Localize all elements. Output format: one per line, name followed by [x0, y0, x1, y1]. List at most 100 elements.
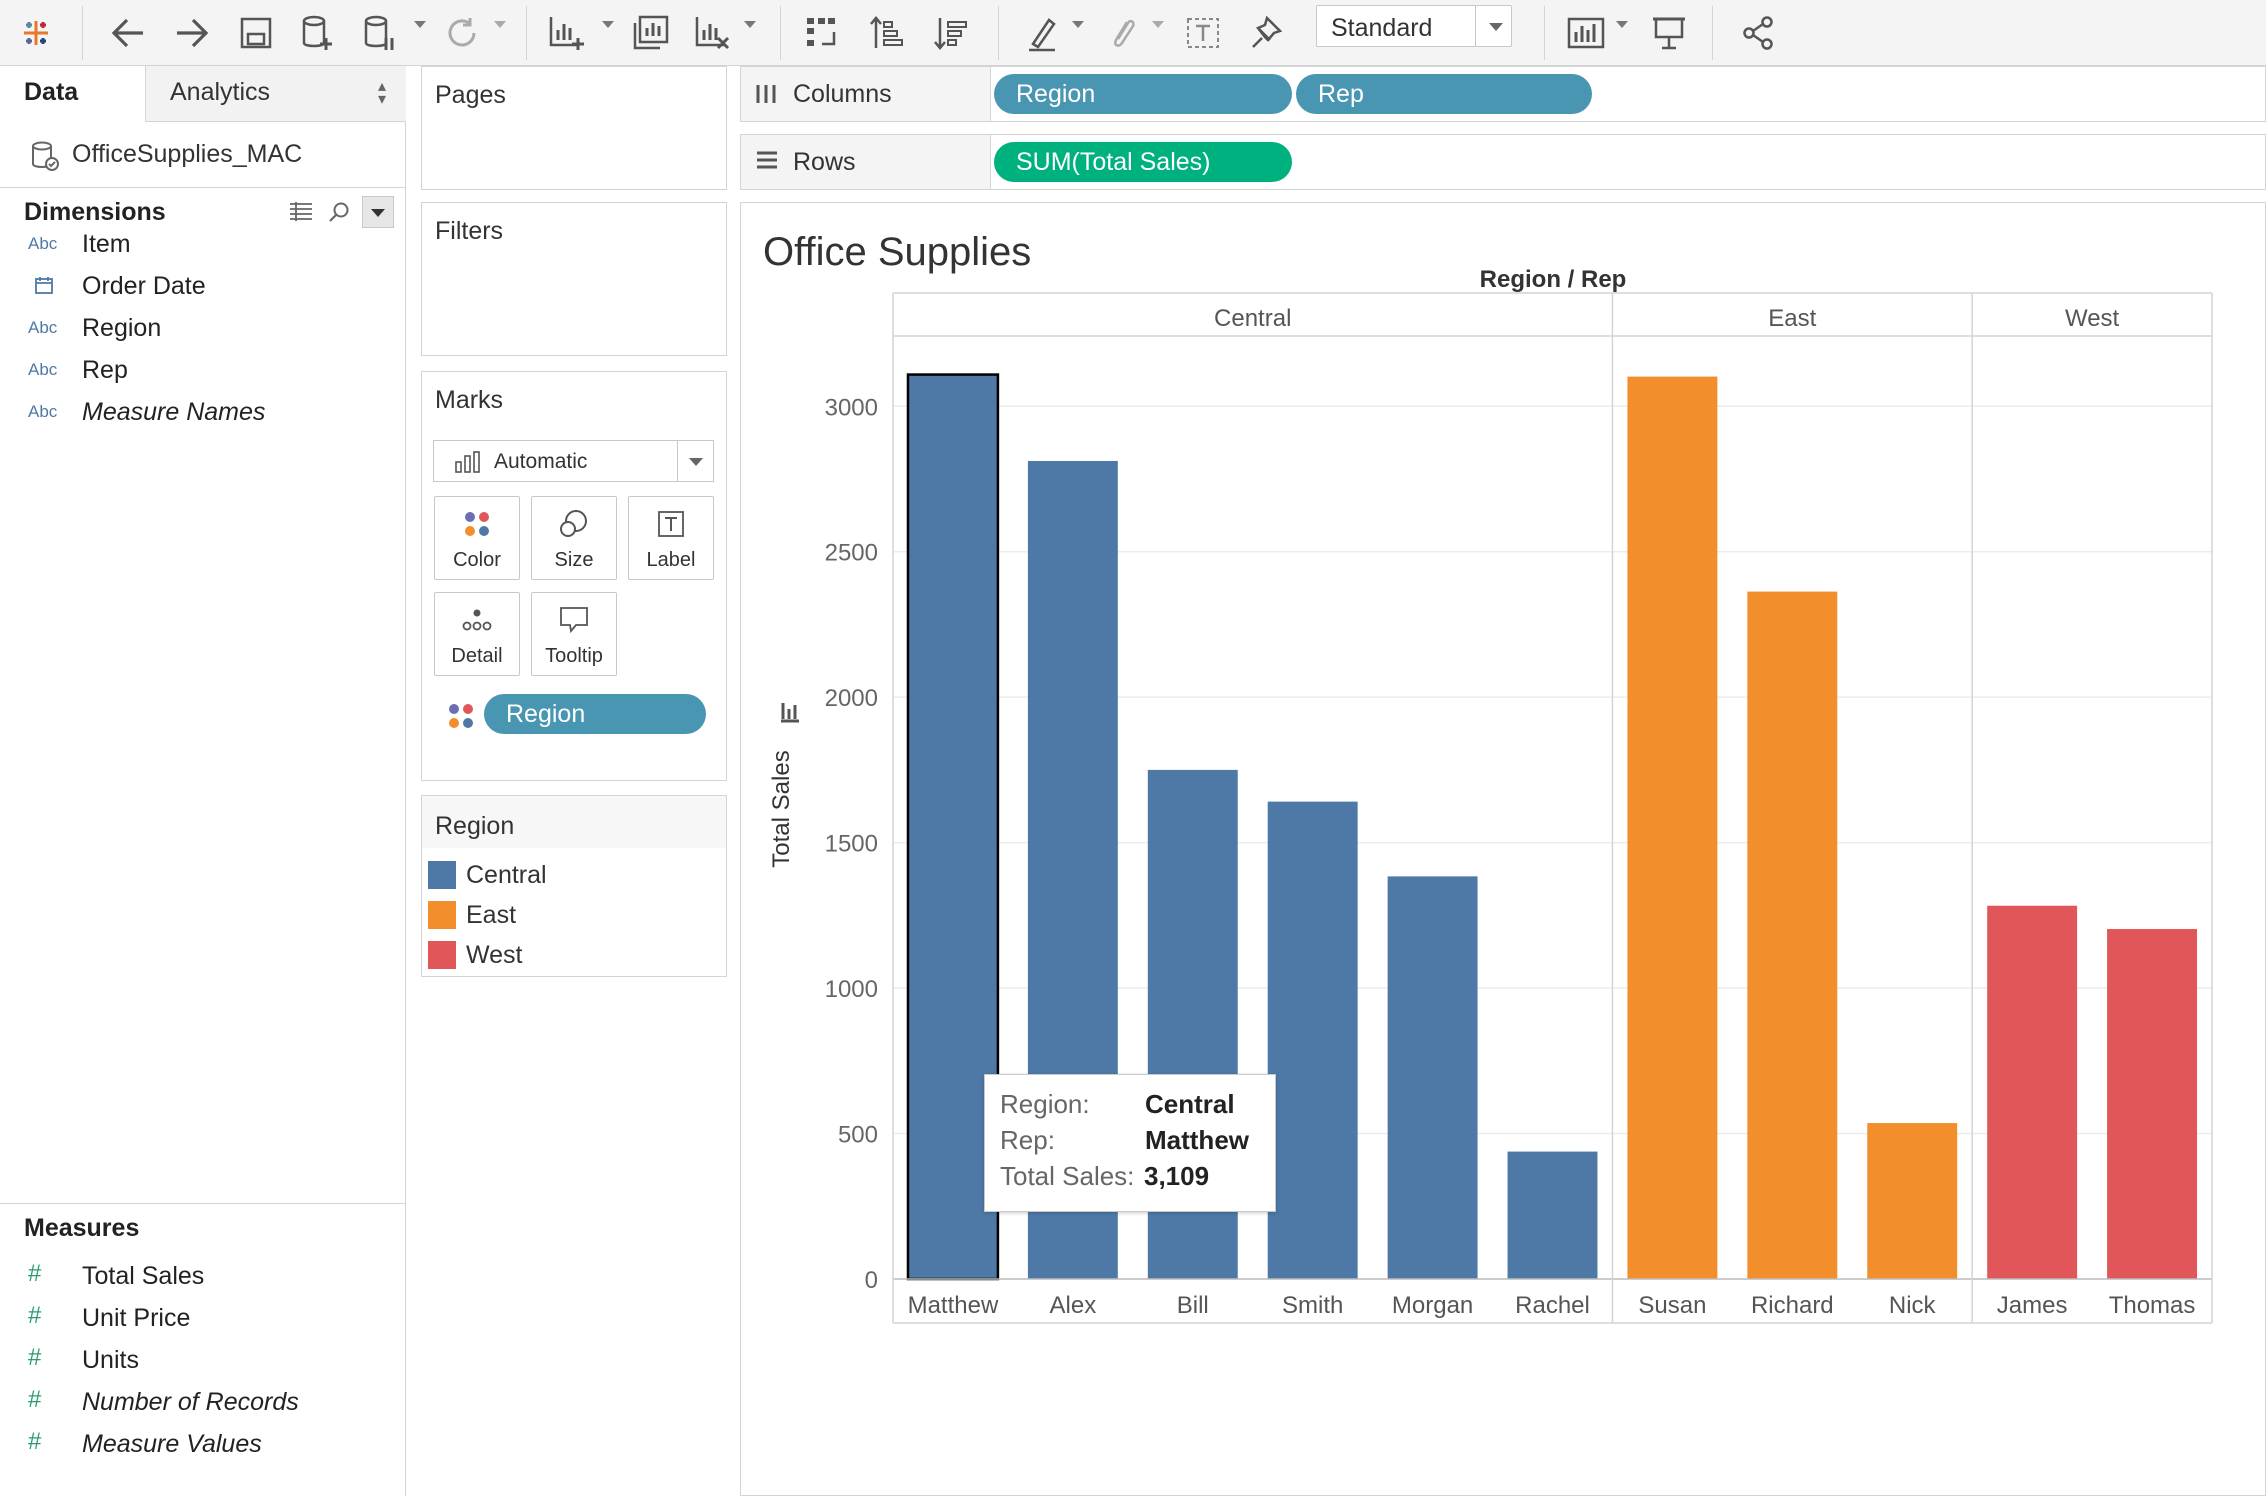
pause-updates-icon[interactable]	[358, 8, 402, 58]
measure-field[interactable]: # Total Sales	[0, 1256, 400, 1298]
dimension-field[interactable]: Abc Region	[0, 308, 400, 350]
chart-title: Office Supplies	[763, 230, 1031, 274]
tableau-logo-icon[interactable]	[14, 8, 58, 58]
forward-icon[interactable]	[168, 8, 216, 58]
filters-card[interactable]: Filters	[421, 202, 727, 356]
bar-nick[interactable]	[1867, 1123, 1958, 1279]
dimension-field[interactable]: Order Date	[0, 266, 400, 308]
pin-icon[interactable]	[1244, 8, 1288, 58]
tooltip-row: Rep: Matthew	[1000, 1125, 1249, 1159]
y-tick-label: 1500	[825, 831, 878, 858]
marks-region-pill[interactable]: Region	[484, 694, 706, 734]
columns-icon	[755, 81, 777, 112]
bar-smith[interactable]	[1267, 801, 1358, 1279]
y-tick-label: 0	[865, 1267, 878, 1294]
y-tick-label: 3000	[825, 394, 878, 421]
refresh-icon[interactable]	[440, 8, 484, 58]
color-button[interactable]: Color	[434, 496, 520, 580]
legend-swatch	[428, 901, 456, 929]
bar-rachel[interactable]	[1507, 1151, 1598, 1279]
measure-field[interactable]: # Units	[0, 1340, 400, 1382]
rows-pill-total-sales[interactable]: SUM(Total Sales)	[994, 142, 1292, 182]
dimension-name: Order Date	[82, 272, 206, 300]
datasource-icon	[30, 140, 60, 177]
x-tick-label: Rachel	[1515, 1292, 1590, 1319]
dimension-field[interactable]: Abc Measure Names	[0, 392, 400, 434]
tooltip-row: Region: Central	[1000, 1089, 1235, 1123]
columns-pill-rep[interactable]: Rep	[1296, 74, 1592, 114]
data-pane: Data Analytics ▴ ▾ OfficeSupplies_MAC Dim…	[0, 66, 406, 1496]
chevron-down-icon	[689, 458, 703, 466]
columns-pill-region[interactable]: Region	[994, 74, 1292, 114]
up-down-arrow-icon: ▴ ▾	[378, 78, 387, 108]
fit-select[interactable]: Standard	[1316, 5, 1512, 47]
label-icon	[629, 507, 713, 541]
tooltip-row: Total Sales: 3,109	[1000, 1161, 1209, 1195]
x-tick-label: Alex	[1050, 1292, 1097, 1319]
string-type-icon: Abc	[28, 234, 58, 253]
label-button[interactable]: Label	[628, 496, 714, 580]
dimension-name: Item	[82, 230, 131, 258]
tooltip-button[interactable]: Tooltip	[531, 592, 617, 676]
bar-richard[interactable]	[1747, 591, 1838, 1279]
highlight-icon[interactable]	[1020, 8, 1064, 58]
string-type-icon: Abc	[28, 402, 58, 421]
clear-sheet-icon[interactable]	[690, 8, 736, 58]
color-icon	[435, 507, 519, 541]
mark-type-select[interactable]: Automatic	[433, 440, 714, 482]
x-tick-label: Morgan	[1392, 1292, 1473, 1319]
group-icon[interactable]	[1100, 8, 1144, 58]
x-tick-label: Matthew	[908, 1292, 999, 1319]
dimension-field[interactable]: Abc Rep	[0, 350, 400, 392]
size-button[interactable]: Size	[531, 496, 617, 580]
tab-data[interactable]: Data	[0, 66, 145, 122]
list-view-icon[interactable]	[288, 200, 314, 227]
size-label: Size	[554, 549, 594, 571]
save-icon[interactable]	[234, 8, 278, 58]
tooltip: Region: Central Rep: Matthew Total Sales: 3,1…	[984, 1074, 1276, 1212]
show-me-icon[interactable]	[1562, 8, 1610, 58]
new-worksheet-icon[interactable]	[544, 8, 590, 58]
y-tick-label: 2000	[825, 685, 878, 712]
legend-swatch	[428, 941, 456, 969]
x-tick-label: James	[1997, 1292, 2068, 1319]
y-tick-label: 2500	[825, 540, 878, 567]
tab-analytics[interactable]: Analytics ▴ ▾	[145, 66, 406, 122]
back-icon[interactable]	[104, 8, 152, 58]
share-icon[interactable]	[1736, 8, 1780, 58]
mark-type-value: Automatic	[494, 450, 588, 473]
tab-analytics-label: Analytics	[170, 78, 271, 106]
string-type-icon: Abc	[28, 318, 58, 337]
bar-susan[interactable]	[1627, 376, 1718, 1280]
dimensions-title: Dimensions	[24, 198, 166, 226]
duplicate-sheet-icon[interactable]	[628, 8, 674, 58]
viz-area[interactable]: Office Supplies Region / Rep 0 500 1000 1500 2…	[740, 202, 2266, 1496]
tooltip-label: Tooltip	[545, 645, 603, 667]
pages-card[interactable]: Pages	[421, 66, 727, 190]
bar-james[interactable]	[1987, 905, 2078, 1279]
new-data-source-icon[interactable]	[296, 8, 340, 58]
measure-field[interactable]: # Unit Price	[0, 1298, 400, 1340]
measure-icon: #	[28, 1428, 42, 1455]
swap-icon[interactable]	[800, 8, 846, 58]
measure-field[interactable]: # Measure Values	[0, 1424, 400, 1466]
measure-field[interactable]: # Number of Records	[0, 1382, 400, 1424]
x-tick-label: Susan	[1638, 1292, 1706, 1319]
detail-label: Detail	[451, 645, 503, 667]
sort-ascending-icon[interactable]	[864, 8, 910, 58]
detail-icon	[435, 603, 519, 637]
bar-thomas[interactable]	[2107, 929, 2198, 1279]
color-icon	[447, 702, 475, 735]
dimension-field[interactable]: Abc Item	[0, 224, 400, 266]
sort-descending-icon[interactable]	[928, 8, 974, 58]
measure-name: Units	[82, 1346, 139, 1374]
bar-morgan[interactable]	[1387, 876, 1478, 1279]
detail-button[interactable]: Detail	[434, 592, 520, 676]
x-tick-label: Smith	[1282, 1292, 1343, 1319]
datasource-row[interactable]: OfficeSupplies_MAC	[0, 122, 406, 188]
header-label: Region / Rep	[1480, 266, 1627, 293]
measure-icon: #	[28, 1260, 42, 1287]
show-labels-icon[interactable]	[1180, 8, 1226, 58]
rows-shelf[interactable]: Rows	[740, 134, 2266, 190]
presentation-icon[interactable]	[1646, 8, 1692, 58]
